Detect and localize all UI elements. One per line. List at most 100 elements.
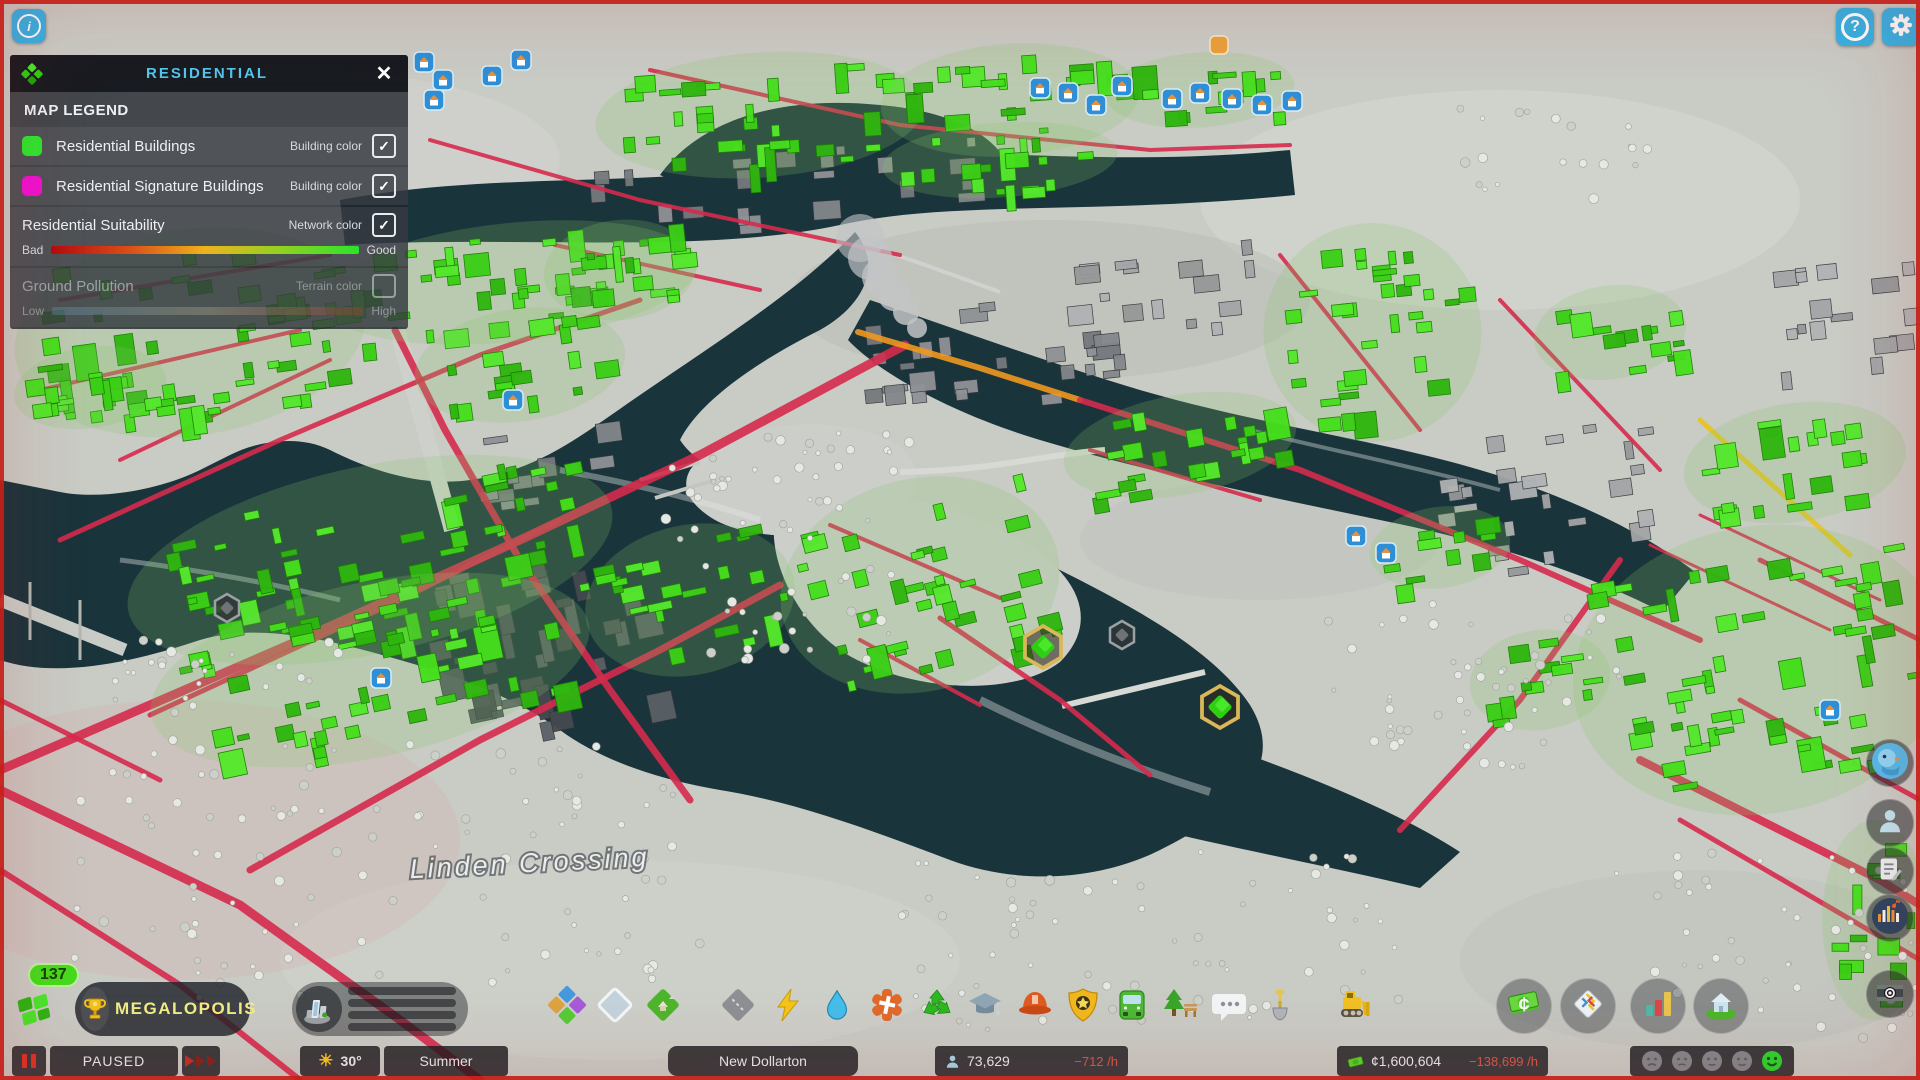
close-button[interactable]: ✕ (370, 60, 398, 88)
route-marker[interactable] (1108, 619, 1136, 651)
building-notification-marker[interactable] (1189, 82, 1211, 104)
simulation-state: PAUSED (50, 1046, 178, 1076)
pollution-gradient (52, 307, 364, 315)
police-tool-button[interactable] (1061, 985, 1105, 1029)
statistics-button[interactable] (1630, 978, 1686, 1034)
signature-building-marker[interactable] (1200, 683, 1240, 731)
gear-icon (1888, 12, 1914, 43)
scale-min-label: Low (22, 304, 45, 318)
transportation-tool-button[interactable] (1110, 985, 1154, 1029)
landscaping-tool-button[interactable] (1258, 985, 1302, 1029)
building-notification-marker[interactable] (510, 49, 532, 71)
xp-button[interactable] (14, 985, 60, 1031)
zoning-tool-button[interactable] (545, 985, 589, 1029)
terrain-tool-button[interactable] (641, 985, 685, 1029)
notes-icon (1876, 855, 1904, 888)
temperature-display[interactable]: ☀ 30° (300, 1046, 380, 1076)
citizens-button[interactable] (1866, 799, 1914, 847)
legend-label: Residential Signature Buildings (56, 177, 264, 195)
city-information-button[interactable] (1693, 978, 1749, 1034)
transportation-overview-button[interactable] (1560, 978, 1616, 1034)
economy-button[interactable]: ¢ (1496, 978, 1552, 1034)
radio-icon (1870, 896, 1910, 941)
education-tool-button[interactable] (963, 985, 1007, 1029)
photo-mode-button[interactable] (1866, 970, 1914, 1018)
parks-tool-button[interactable] (1158, 985, 1202, 1029)
healthcare-tool-button[interactable] (865, 985, 909, 1029)
info-button[interactable]: i (12, 9, 46, 43)
chirper-button[interactable] (1866, 739, 1914, 787)
network-color-checkbox[interactable]: ✓ (372, 213, 396, 237)
bulldozer-icon (1331, 983, 1375, 1032)
control-label: Building color (289, 139, 362, 153)
roads-tool-button[interactable] (716, 985, 760, 1029)
city-name-display[interactable]: New Dollarton (668, 1046, 858, 1076)
milestone-button[interactable]: MEGALOPOLIS (75, 982, 256, 1036)
electricity-tool-button[interactable] (766, 985, 810, 1029)
building-notification-marker[interactable] (1345, 525, 1367, 547)
help-icon: ? (1841, 13, 1869, 41)
building-notification-marker[interactable] (1221, 88, 1243, 110)
building-notification-marker[interactable] (502, 389, 524, 411)
legend-label: Ground Pollution (22, 277, 134, 295)
happy-face-icon-active (1761, 1050, 1783, 1072)
water-drop-icon (820, 988, 854, 1027)
signature-building-marker[interactable] (1023, 623, 1063, 671)
building-notification-marker[interactable] (1251, 94, 1273, 116)
pause-button[interactable] (12, 1046, 46, 1076)
money-icon (1347, 1055, 1364, 1068)
shovel-icon (1262, 987, 1298, 1028)
money-display[interactable]: ¢1,600,604 −138,699 /h (1337, 1046, 1548, 1076)
building-notification-marker[interactable] (1057, 82, 1079, 104)
signature-buildings-swatch (22, 176, 42, 196)
bus-icon (1113, 986, 1151, 1029)
settings-button[interactable] (1882, 8, 1920, 46)
chirper-bird-icon (1870, 741, 1910, 786)
city-progress-group[interactable] (292, 982, 468, 1036)
building-notification-marker[interactable] (432, 69, 454, 91)
building-notification-marker[interactable] (1281, 90, 1303, 112)
areas-tool-button[interactable] (593, 985, 637, 1029)
building-color-checkbox[interactable]: ✓ (372, 174, 396, 198)
police-shield-icon (1064, 986, 1102, 1029)
building-notification-marker[interactable] (413, 51, 435, 73)
bulldozer-button[interactable] (1331, 985, 1375, 1029)
journal-button[interactable] (1866, 847, 1914, 895)
building-notification-marker[interactable] (423, 89, 445, 111)
money-value: ¢1,600,604 (1371, 1053, 1442, 1069)
communications-tool-button[interactable] (1208, 985, 1252, 1029)
legend-label: Residential Suitability (22, 216, 165, 234)
building-notification-marker[interactable] (1029, 77, 1051, 99)
building-notification-marker[interactable] (1161, 88, 1183, 110)
control-label: Network color (288, 218, 362, 232)
building-notification-marker[interactable] (1085, 94, 1107, 116)
fire-rescue-tool-button[interactable] (1013, 985, 1057, 1029)
building-notification-marker[interactable] (370, 667, 392, 689)
legend-row-residential-buildings: Residential Buildings Building color ✓ (10, 127, 408, 165)
help-button[interactable]: ? (1836, 8, 1874, 46)
terrain-color-checkbox[interactable] (372, 274, 396, 298)
population-icon (945, 1054, 960, 1069)
population-value: 73,629 (967, 1053, 1010, 1069)
building-color-checkbox[interactable]: ✓ (372, 134, 396, 158)
building-notification-marker[interactable] (1111, 75, 1133, 97)
alert-marker[interactable] (1209, 35, 1229, 55)
route-marker[interactable] (213, 592, 241, 624)
road-tile-icon (717, 984, 759, 1031)
transit-map-icon (1568, 984, 1608, 1029)
building-notification-marker[interactable] (1375, 542, 1397, 564)
building-notification-marker[interactable] (1819, 699, 1841, 721)
radio-button[interactable] (1866, 894, 1914, 942)
season-display[interactable]: Summer (384, 1046, 508, 1076)
garbage-tool-button[interactable] (915, 985, 959, 1029)
water-tool-button[interactable] (815, 985, 859, 1029)
area-diamond-icon (594, 984, 636, 1031)
population-display[interactable]: 73,629 −712 /h (935, 1046, 1128, 1076)
building-notification-marker[interactable] (481, 65, 503, 87)
tree-bench-icon (1159, 984, 1201, 1031)
happiness-display[interactable] (1630, 1046, 1794, 1076)
graduation-cap-icon (965, 985, 1005, 1030)
speed-button[interactable] (182, 1046, 220, 1076)
city-buildings-icon (296, 986, 342, 1032)
money-trend: −138,699 /h (1468, 1053, 1538, 1069)
